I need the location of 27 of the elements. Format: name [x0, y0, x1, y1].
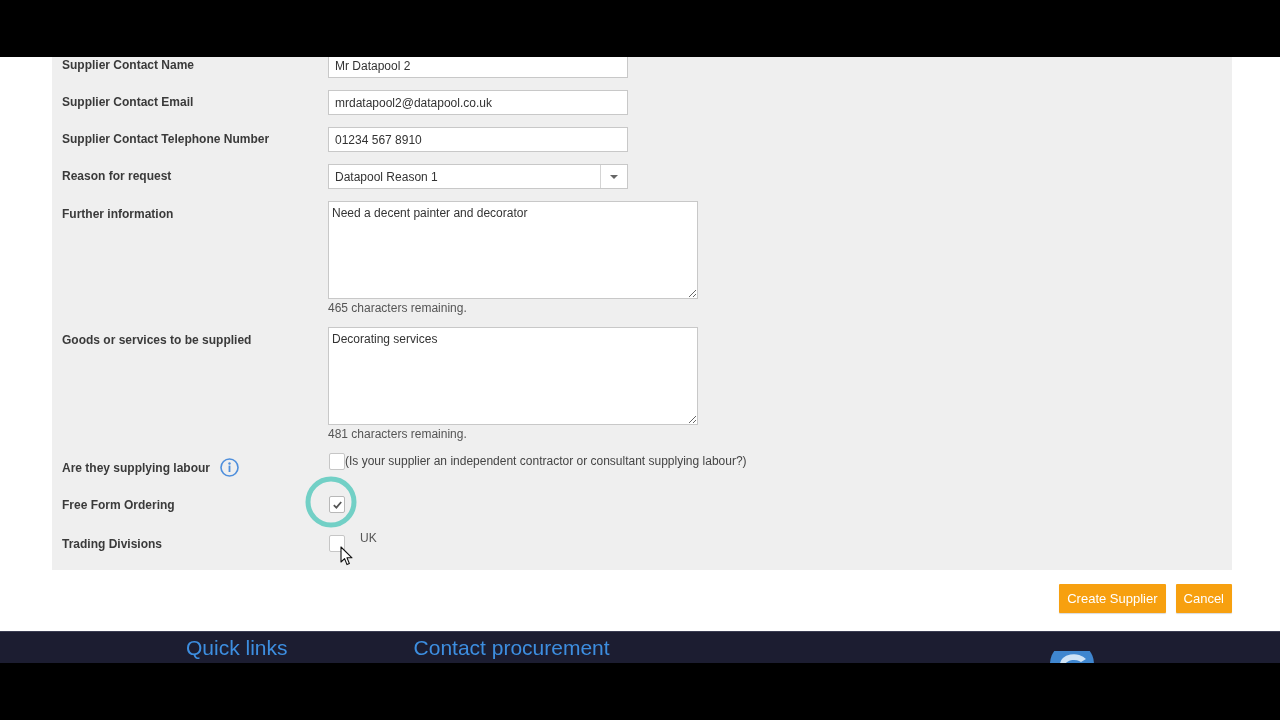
checkmark-icon: [332, 500, 342, 509]
info-icon[interactable]: [220, 458, 240, 477]
checkbox[interactable]: [329, 496, 345, 513]
field-label: Trading Divisions: [62, 537, 163, 551]
field-label: Further information: [62, 207, 174, 221]
field-label: Free Form Ordering: [62, 498, 175, 512]
character-counter: 481 characters remaining.: [328, 428, 467, 441]
field-label: Are they supplying labour: [62, 460, 211, 475]
footer-link[interactable]: Quick links: [186, 636, 288, 660]
checkbox-caption: (Is your supplier an independent contractor or consultant supplying labour?): [345, 454, 747, 468]
globe-logo-icon: [1048, 651, 1096, 663]
field-label: Goods or services to be supplied: [62, 333, 252, 347]
checkbox[interactable]: [329, 453, 345, 470]
field-label: Reason for request: [62, 169, 172, 183]
text-input[interactable]: Mr Datapool 2: [328, 57, 628, 78]
field-label: Supplier Contact Name: [62, 58, 195, 72]
text-area[interactable]: Decorating services: [328, 327, 698, 425]
field-label: Supplier Contact Telephone Number: [62, 132, 270, 146]
caret-icon: [610, 174, 618, 179]
option-label: UK: [360, 531, 377, 545]
field-label: Supplier Contact Email: [62, 95, 194, 109]
character-counter: 465 characters remaining.: [328, 302, 467, 315]
footer-link[interactable]: Contact procurement: [413, 636, 610, 660]
text-area[interactable]: Need a decent painter and decorator: [328, 201, 698, 299]
text-input[interactable]: 01234 567 8910: [328, 127, 628, 152]
text-input[interactable]: mrdatapool2@datapool.co.uk: [328, 90, 628, 115]
dropdown-field[interactable]: Datapool Reason 1: [328, 164, 628, 189]
